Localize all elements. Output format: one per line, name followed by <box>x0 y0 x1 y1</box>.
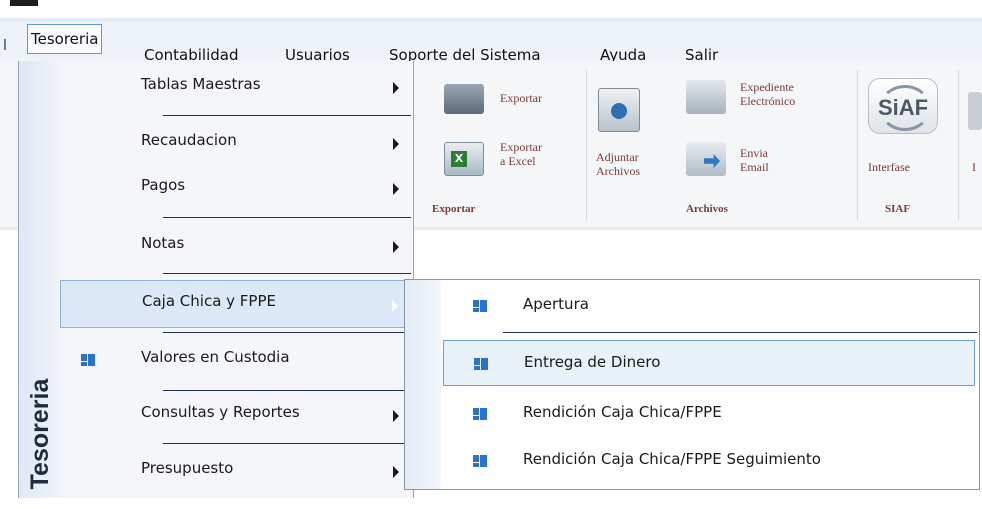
menu-item-label: Tablas Maestras <box>141 75 261 93</box>
ribbon-exportar-label[interactable]: Exportar <box>500 91 542 105</box>
ribbon-exportar-excel-line1[interactable]: Exportar <box>500 140 542 154</box>
ribbon-group-label-archivos: Archivos <box>686 203 728 215</box>
menu-item-pagos[interactable]: Pagos <box>61 164 413 212</box>
chevron-right-icon <box>393 410 399 422</box>
menu-bar-cut-label: l <box>3 38 7 54</box>
menu-bar-edge <box>0 18 982 22</box>
submenu-item-apertura[interactable]: Apertura <box>441 282 979 328</box>
menu-item-icon <box>81 354 95 366</box>
submenu-item-label: Rendición Caja Chica/FPPE Seguimiento <box>523 450 821 468</box>
dropdown-sidebar-title: Tesoreria <box>26 378 54 490</box>
dropdown-sidebar: Tesoreria <box>19 61 61 498</box>
ribbon-group-label-exportar: Exportar <box>432 203 476 215</box>
menu-tesoreria[interactable]: Tesoreria <box>27 24 103 54</box>
chevron-right-icon <box>392 300 398 312</box>
menu-item-valores-en-custodia[interactable]: Valores en Custodia <box>61 336 413 384</box>
ribbon-adjuntar-line1[interactable]: Adjuntar <box>596 150 639 164</box>
menu-item-label: Recaudacion <box>141 131 237 149</box>
title-bar-fragment <box>10 0 38 6</box>
ribbon-exportar-excel-line2[interactable]: a Excel <box>500 154 536 168</box>
title-bar <box>0 0 982 18</box>
siaf-logo-text: SiAF <box>877 95 929 120</box>
export-database-icon[interactable] <box>444 84 484 114</box>
email-icon[interactable] <box>686 142 726 176</box>
ribbon-envia-line1[interactable]: Envia <box>740 146 768 160</box>
ribbon-group-separator <box>586 70 587 220</box>
menu-item-caja-chica-fppe[interactable]: Caja Chica y FPPE <box>60 280 413 328</box>
submenu-item-icon <box>473 455 487 467</box>
submenu-item-label: Rendición Caja Chica/FPPE <box>523 403 722 421</box>
menu-item-label: Caja Chica y FPPE <box>142 292 276 310</box>
excel-icon[interactable]: X <box>444 142 484 176</box>
ribbon-group-separator <box>857 70 858 220</box>
menu-item-consultas-y-reportes[interactable]: Consultas y Reportes <box>61 391 413 439</box>
submenu-item-rendicion-caja-chica[interactable]: Rendición Caja Chica/FPPE <box>441 390 979 436</box>
menu-item-label: Presupuesto <box>141 459 234 477</box>
menu-item-label: Valores en Custodia <box>141 348 290 366</box>
menu-item-recaudacion[interactable]: Recaudacion <box>61 119 413 167</box>
menu-item-label: Notas <box>141 234 185 252</box>
menu-item-notas[interactable]: Notas <box>61 222 413 270</box>
ribbon-cut-off-label: I <box>972 160 976 174</box>
submenu-item-icon <box>473 300 487 312</box>
cut-off-icon <box>968 92 982 130</box>
caja-chica-submenu: Apertura Entrega de Dinero Rendición Caj… <box>404 279 980 490</box>
ribbon-expediente-line2[interactable]: Electrónico <box>740 94 795 108</box>
ribbon-expediente-line1[interactable]: Expediente <box>740 80 794 94</box>
submenu-item-label: Apertura <box>523 295 589 313</box>
submenu-item-icon <box>474 358 488 370</box>
menu-separator <box>163 443 411 444</box>
ribbon-envia-line2[interactable]: Email <box>740 160 769 174</box>
menu-item-label: Pagos <box>141 176 186 194</box>
tesoreria-dropdown: Tesoreria Tablas Maestras Recaudacion Pa… <box>18 61 414 498</box>
chevron-right-icon <box>393 82 399 94</box>
chevron-right-icon <box>393 183 399 195</box>
menu-separator <box>163 217 411 218</box>
siaf-logo-icon[interactable]: SiAF <box>868 78 938 134</box>
ribbon-group-label-siaf: SIAF <box>885 203 911 215</box>
attach-folder-icon[interactable] <box>598 88 640 132</box>
submenu-item-entrega-de-dinero[interactable]: Entrega de Dinero <box>443 340 975 386</box>
menu-separator <box>503 332 977 333</box>
chevron-right-icon <box>393 466 399 478</box>
menu-item-tablas-maestras[interactable]: Tablas Maestras <box>61 63 413 111</box>
submenu-item-rendicion-seguimiento[interactable]: Rendición Caja Chica/FPPE Seguimiento <box>441 437 979 483</box>
menu-separator <box>163 115 411 116</box>
expediente-icon[interactable] <box>686 80 726 114</box>
menu-separator <box>163 332 411 333</box>
menu-separator <box>163 273 411 274</box>
ribbon-group-separator <box>958 70 959 220</box>
submenu-item-label: Entrega de Dinero <box>524 353 661 371</box>
ribbon-interfase-label[interactable]: Interfase <box>868 160 910 174</box>
menu-item-label: Consultas y Reportes <box>141 403 300 421</box>
submenu-sidebar <box>405 280 441 489</box>
menu-item-presupuesto[interactable]: Presupuesto <box>61 447 413 495</box>
submenu-item-icon <box>473 408 487 420</box>
chevron-right-icon <box>393 241 399 253</box>
chevron-right-icon <box>393 138 399 150</box>
ribbon-adjuntar-line2[interactable]: Archivos <box>596 164 640 178</box>
